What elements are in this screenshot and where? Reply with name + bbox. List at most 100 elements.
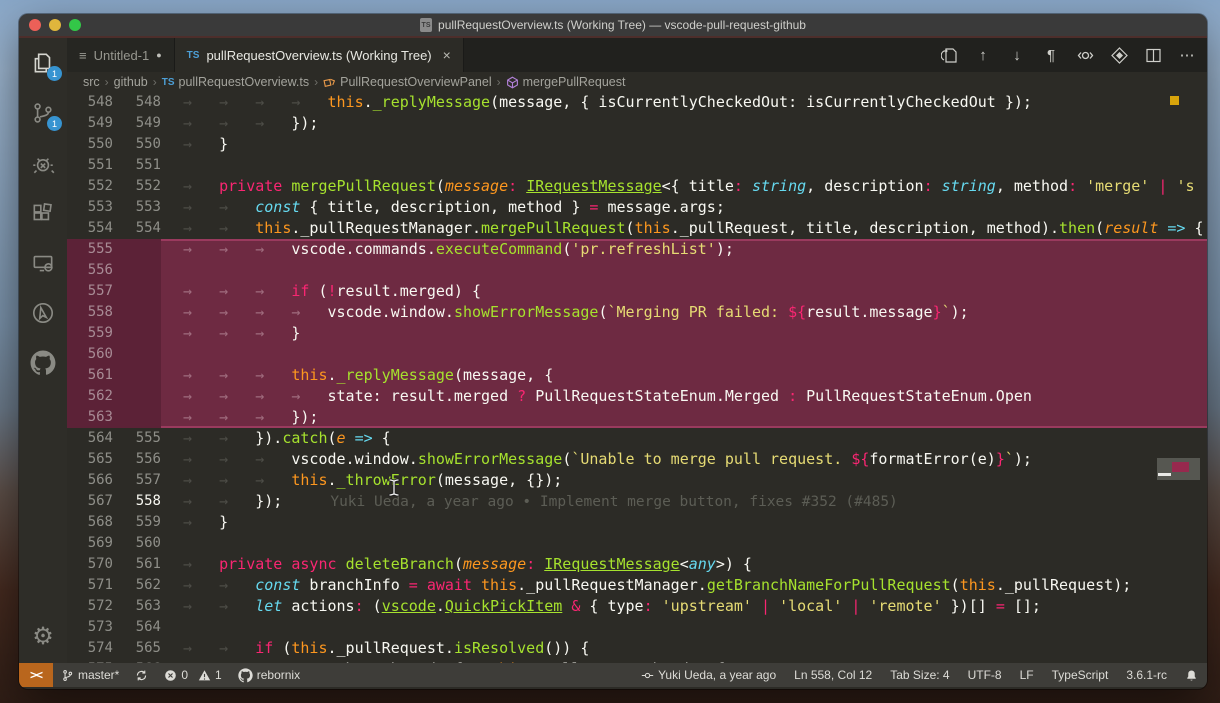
code-line[interactable]: 561→ → → this._replyMessage(message, { bbox=[67, 365, 1207, 386]
line-number-old[interactable]: 564 bbox=[67, 428, 113, 449]
sidebar-item-remote-explorer[interactable] bbox=[19, 238, 67, 288]
sync-status[interactable] bbox=[127, 663, 156, 687]
split-editor-button[interactable] bbox=[1141, 43, 1165, 67]
line-number-new[interactable]: 563 bbox=[113, 596, 161, 617]
breadcrumb-file[interactable]: TS pullRequestOverview.ts bbox=[162, 75, 309, 89]
code-line[interactable]: 559→ → → } bbox=[67, 323, 1207, 344]
sidebar-item-live-share[interactable] bbox=[19, 288, 67, 338]
code-line[interactable]: 548548→ → → → this._replyMessage(message… bbox=[67, 92, 1207, 113]
line-number-old[interactable]: 558 bbox=[67, 302, 113, 323]
line-number-old[interactable]: 556 bbox=[67, 260, 113, 281]
line-number-old[interactable]: 565 bbox=[67, 449, 113, 470]
code-line[interactable]: 549549→ → → }); bbox=[67, 113, 1207, 134]
breadcrumb-github[interactable]: github bbox=[114, 75, 148, 89]
next-change-button[interactable]: ↓ bbox=[1005, 43, 1029, 67]
line-number-new[interactable] bbox=[113, 365, 161, 386]
code-line[interactable]: 564555→ → }).catch(e => { bbox=[67, 428, 1207, 449]
code-line[interactable]: 569560 bbox=[67, 533, 1207, 554]
line-number-new[interactable]: 548 bbox=[113, 92, 161, 113]
zoom-window-button[interactable] bbox=[69, 19, 81, 31]
code-line[interactable]: 567558→ → });Yuki Ueda, a year ago • Imp… bbox=[67, 491, 1207, 512]
code-line[interactable]: 566557→ → → this._throwError(message, {}… bbox=[67, 470, 1207, 491]
line-number-old[interactable]: 548 bbox=[67, 92, 113, 113]
line-number-old[interactable]: 559 bbox=[67, 323, 113, 344]
line-number-new[interactable] bbox=[113, 302, 161, 323]
line-number-new[interactable]: 550 bbox=[113, 134, 161, 155]
line-number-new[interactable]: 564 bbox=[113, 617, 161, 638]
line-number-old[interactable]: 549 bbox=[67, 113, 113, 134]
line-number-new[interactable] bbox=[113, 239, 161, 260]
blame-status[interactable]: Yuki Ueda, a year ago bbox=[632, 663, 785, 687]
line-number-old[interactable]: 569 bbox=[67, 533, 113, 554]
code-line[interactable]: 554554→ → this._pullRequestManager.merge… bbox=[67, 218, 1207, 239]
line-number-new[interactable]: 549 bbox=[113, 113, 161, 134]
line-number-new[interactable] bbox=[113, 281, 161, 302]
line-number-old[interactable]: 557 bbox=[67, 281, 113, 302]
line-number-new[interactable]: 559 bbox=[113, 512, 161, 533]
line-number-old[interactable]: 570 bbox=[67, 554, 113, 575]
line-number-old[interactable]: 566 bbox=[67, 470, 113, 491]
breadcrumb-class[interactable]: PullRequestOverviewPanel bbox=[323, 75, 491, 89]
title-bar[interactable]: TS pullRequestOverview.ts (Working Tree)… bbox=[19, 14, 1207, 38]
notifications-button[interactable] bbox=[1176, 663, 1207, 687]
encoding-status[interactable]: UTF-8 bbox=[959, 663, 1011, 687]
tab-pull-request-overview[interactable]: TS pullRequestOverview.ts (Working Tree)… bbox=[175, 38, 464, 72]
line-number-new[interactable]: 557 bbox=[113, 470, 161, 491]
line-number-new[interactable]: 555 bbox=[113, 428, 161, 449]
line-number-new[interactable]: 561 bbox=[113, 554, 161, 575]
line-number-old[interactable]: 555 bbox=[67, 239, 113, 260]
line-number-new[interactable]: 554 bbox=[113, 218, 161, 239]
code-line[interactable]: 555→ → → vscode.commands.executeCommand(… bbox=[67, 239, 1207, 260]
code-line[interactable]: 570561→ private async deleteBranch(messa… bbox=[67, 554, 1207, 575]
remote-indicator[interactable]: >< bbox=[19, 663, 53, 687]
github-account-status[interactable]: rebornix bbox=[230, 663, 308, 687]
minimize-window-button[interactable] bbox=[49, 19, 61, 31]
scrollbar-decoration[interactable] bbox=[1157, 458, 1200, 480]
line-number-old[interactable]: 560 bbox=[67, 344, 113, 365]
language-status[interactable]: TypeScript bbox=[1043, 663, 1118, 687]
line-number-new[interactable]: 556 bbox=[113, 449, 161, 470]
code-line[interactable]: 572563→ → let actions: (vscode.QuickPick… bbox=[67, 596, 1207, 617]
line-number-new[interactable]: 562 bbox=[113, 575, 161, 596]
line-number-new[interactable] bbox=[113, 386, 161, 407]
line-number-new[interactable]: 560 bbox=[113, 533, 161, 554]
line-number-old[interactable]: 551 bbox=[67, 155, 113, 176]
tab-untitled[interactable]: ≡ Untitled-1 ● bbox=[67, 38, 175, 72]
code-line[interactable]: 551551 bbox=[67, 155, 1207, 176]
gitlens-blame-button[interactable] bbox=[1073, 43, 1097, 67]
code-line[interactable]: 562→ → → → state: result.merged ? PullRe… bbox=[67, 386, 1207, 407]
settings-button[interactable]: ⚙ bbox=[19, 615, 67, 659]
line-number-new[interactable]: 552 bbox=[113, 176, 161, 197]
gitlens-button[interactable] bbox=[1107, 43, 1131, 67]
branch-status[interactable]: master* bbox=[53, 663, 127, 687]
sidebar-item-explorer[interactable]: 1 bbox=[19, 38, 67, 88]
code-line[interactable]: 556 bbox=[67, 260, 1207, 281]
cursor-position-status[interactable]: Ln 558, Col 12 bbox=[785, 663, 881, 687]
line-number-old[interactable]: 552 bbox=[67, 176, 113, 197]
code-line[interactable]: 560 bbox=[67, 344, 1207, 365]
line-number-old[interactable]: 563 bbox=[67, 407, 113, 428]
code-line[interactable]: 573564 bbox=[67, 617, 1207, 638]
line-number-old[interactable]: 571 bbox=[67, 575, 113, 596]
line-number-new[interactable] bbox=[113, 260, 161, 281]
sidebar-item-debug[interactable] bbox=[19, 138, 67, 188]
line-number-old[interactable]: 562 bbox=[67, 386, 113, 407]
line-number-old[interactable]: 574 bbox=[67, 638, 113, 659]
breadcrumb-method[interactable]: mergePullRequest bbox=[506, 75, 626, 89]
line-number-new[interactable]: 551 bbox=[113, 155, 161, 176]
tab-size-status[interactable]: Tab Size: 4 bbox=[881, 663, 958, 687]
eol-status[interactable]: LF bbox=[1011, 663, 1043, 687]
line-number-old[interactable]: 553 bbox=[67, 197, 113, 218]
line-number-new[interactable]: 565 bbox=[113, 638, 161, 659]
line-number-new[interactable]: 558 bbox=[113, 491, 161, 512]
code-line[interactable]: 550550→ } bbox=[67, 134, 1207, 155]
line-number-old[interactable]: 550 bbox=[67, 134, 113, 155]
code-line[interactable]: 571562→ → const branchInfo = await this.… bbox=[67, 575, 1207, 596]
line-number-new[interactable]: 553 bbox=[113, 197, 161, 218]
code-editor[interactable]: 548548→ → → → this._replyMessage(message… bbox=[67, 92, 1207, 663]
line-number-new[interactable] bbox=[113, 407, 161, 428]
line-number-old[interactable]: 573 bbox=[67, 617, 113, 638]
line-number-new[interactable]: 566 bbox=[113, 659, 161, 663]
sidebar-item-github[interactable] bbox=[19, 338, 67, 388]
line-number-old[interactable]: 572 bbox=[67, 596, 113, 617]
